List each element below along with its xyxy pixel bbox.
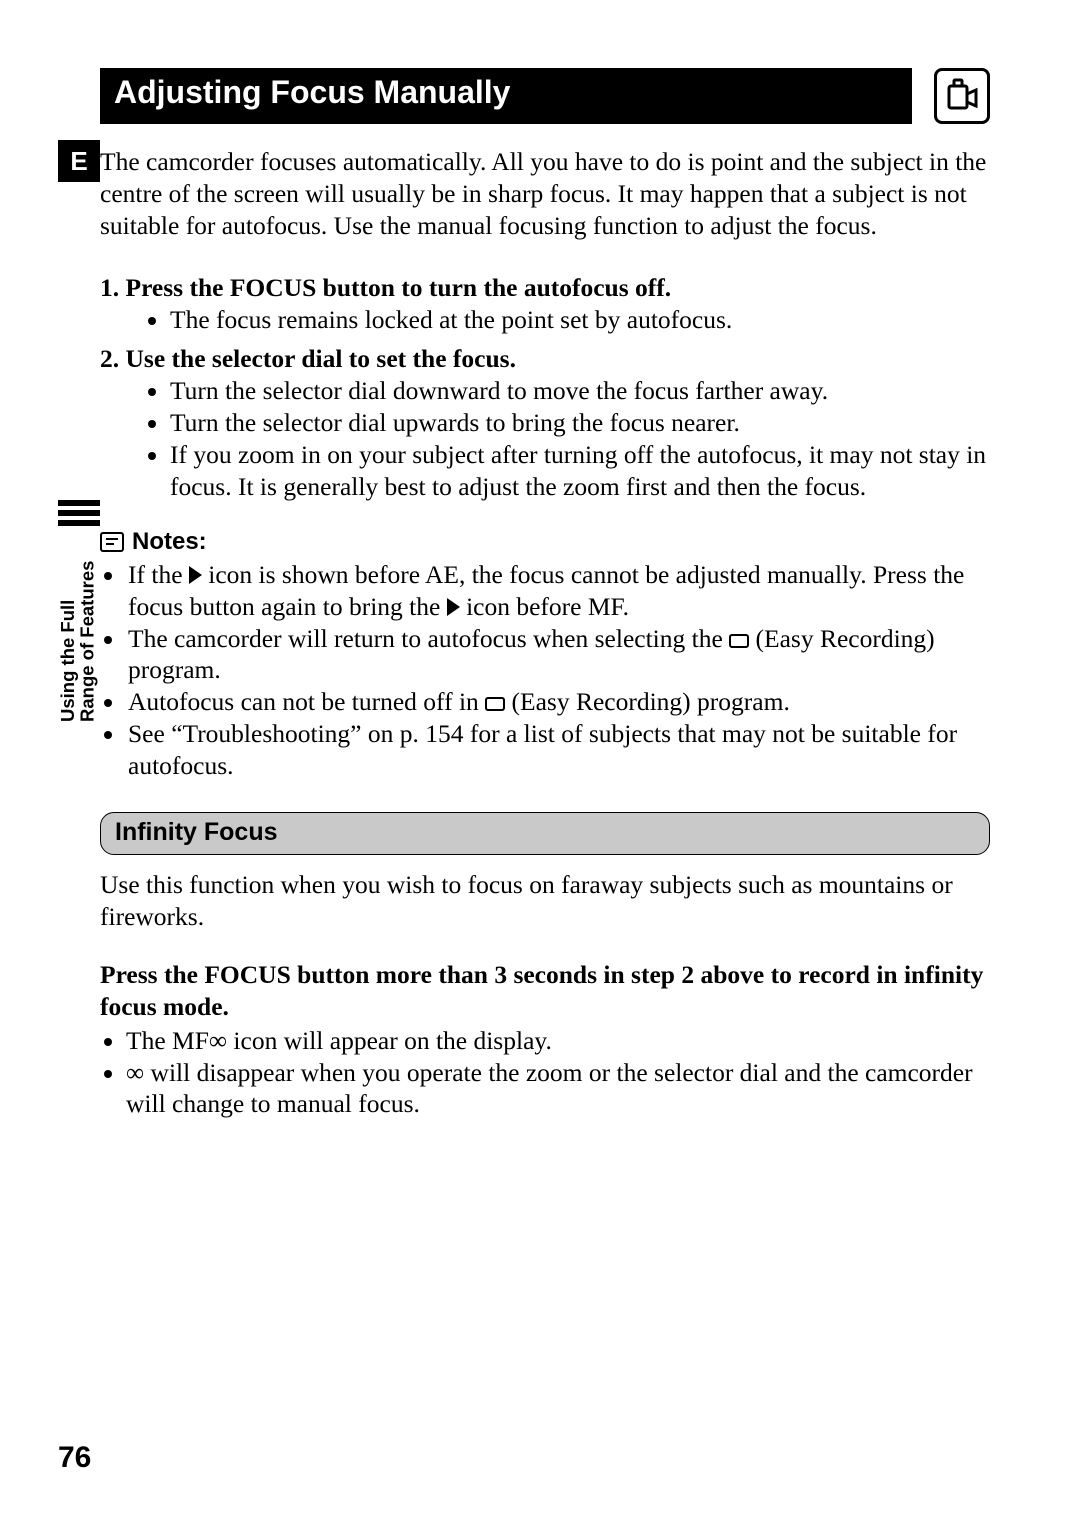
list-item: Turn the selector dial downward to move … (170, 375, 990, 407)
easy-recording-icon (485, 697, 505, 711)
notes-list: If the icon is shown before AE, the focu… (126, 559, 990, 782)
notes-heading: Notes: (100, 527, 990, 557)
intro-paragraph: The camcorder focuses automatically. All… (100, 146, 990, 242)
step-1-heading: 1. Press the FOCUS button to turn the au… (100, 272, 990, 304)
list-item: The MF∞ icon will appear on the display. (126, 1025, 990, 1057)
infinity-bullets: The MF∞ icon will appear on the display.… (126, 1025, 990, 1121)
play-triangle-icon (189, 566, 202, 584)
infinity-step-heading: Press the FOCUS button more than 3 secon… (100, 959, 990, 1023)
step-1-bullets: The focus remains locked at the point se… (170, 304, 990, 336)
play-triangle-icon (447, 598, 460, 616)
list-item: If the icon is shown before AE, the focu… (126, 559, 990, 623)
subsection-title: Infinity Focus (100, 812, 990, 855)
notes-icon (100, 532, 124, 552)
list-item: ∞ will disappear when you operate the zo… (126, 1057, 990, 1121)
list-item: If you zoom in on your subject after tur… (170, 439, 990, 503)
list-item: Autofocus can not be turned off in (Easy… (126, 686, 990, 718)
easy-recording-icon (729, 634, 749, 648)
page-title: Adjusting Focus Manually (100, 68, 912, 124)
infinity-intro: Use this function when you wish to focus… (100, 869, 990, 933)
step-2-bullets: Turn the selector dial downward to move … (170, 375, 990, 503)
list-item: The focus remains locked at the point se… (170, 304, 990, 336)
step-2-heading: 2. Use the selector dial to set the focu… (100, 343, 990, 375)
list-item: Turn the selector dial upwards to bring … (170, 407, 990, 439)
list-item: See “Troubleshooting” on p. 154 for a li… (126, 718, 990, 782)
list-item: The camcorder will return to autofocus w… (126, 623, 990, 687)
page-number: 76 (58, 1441, 91, 1475)
camera-mode-icon (934, 68, 990, 124)
